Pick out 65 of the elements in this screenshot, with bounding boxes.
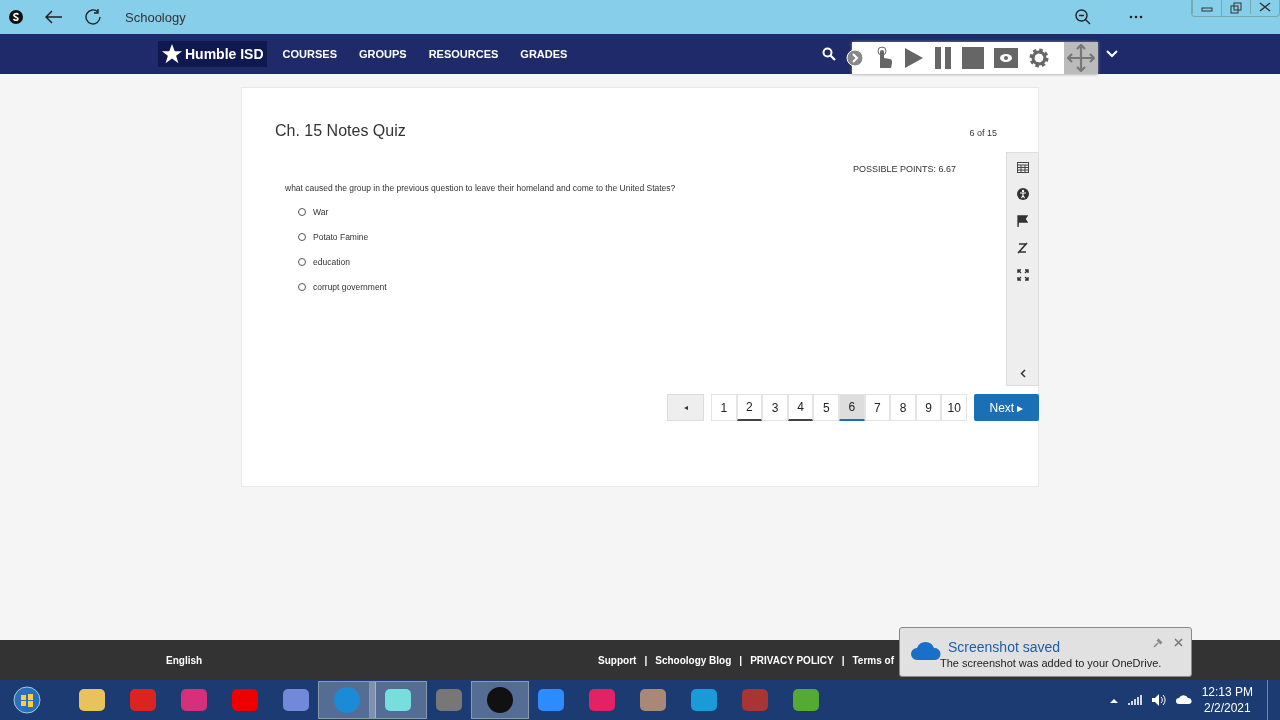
play-icon[interactable] xyxy=(904,47,924,69)
separator-text: | xyxy=(644,654,648,666)
more-icon[interactable] xyxy=(1129,15,1143,19)
nav-link[interactable]: COURSES xyxy=(282,48,337,60)
screen-mask-icon[interactable] xyxy=(994,48,1018,68)
close-icon[interactable] xyxy=(1174,638,1183,647)
page-button[interactable]: 7 xyxy=(864,394,891,421)
flag-icon[interactable] xyxy=(1017,215,1028,227)
clock-date[interactable]: 2/2/2021 xyxy=(1203,700,1251,716)
page-button[interactable]: 1 xyxy=(711,394,737,421)
site-icon xyxy=(9,10,23,24)
chevron-down-icon[interactable] xyxy=(1106,50,1118,58)
separator-text: | xyxy=(739,654,743,666)
onedrive-icon[interactable] xyxy=(1175,694,1192,706)
footer-link[interactable]: Terms of xyxy=(852,654,894,666)
page-button[interactable]: 10 xyxy=(941,394,967,421)
question-counter: 6 of 15 xyxy=(969,128,997,138)
clock-time[interactable]: 12:13 PM xyxy=(1201,684,1253,700)
nav-link[interactable]: GRADES xyxy=(520,48,568,60)
settings-icon[interactable] xyxy=(1028,47,1050,69)
page-button[interactable]: 5 xyxy=(813,394,840,421)
back-icon[interactable] xyxy=(45,10,63,24)
fullscreen-icon[interactable] xyxy=(1016,269,1029,281)
page-button[interactable]: 6 xyxy=(839,394,865,421)
page-button[interactable]: 4 xyxy=(787,394,814,421)
taskbar-button[interactable] xyxy=(369,681,427,719)
start-button[interactable] xyxy=(13,686,41,714)
tray-arrow-icon[interactable] xyxy=(1109,697,1118,703)
page-button[interactable]: 9 xyxy=(915,394,942,421)
quiz-title: Ch. 15 Notes Quiz xyxy=(275,122,406,140)
answer-option[interactable]: education xyxy=(313,257,350,267)
footer-link[interactable]: PRIVACY POLICY xyxy=(750,654,834,666)
signal-icon[interactable] xyxy=(1127,695,1142,705)
next-button[interactable]: Next ▸ xyxy=(974,394,1039,421)
answer-option[interactable]: corrupt government xyxy=(313,282,387,292)
possible-points: POSSIBLE POINTS: 6.67 xyxy=(851,164,956,174)
nav-link[interactable]: RESOURCES xyxy=(428,48,499,60)
question-text: what caused the group in the previous question to leave their homeland and come to the United States? xyxy=(285,183,677,193)
toast-message: The screenshot was added to your OneDrive. xyxy=(940,657,1162,669)
search-icon[interactable] xyxy=(822,47,836,61)
separator-text: | xyxy=(841,654,845,666)
page-title: Schoology xyxy=(125,9,186,25)
calculator-icon[interactable] xyxy=(1016,162,1029,173)
page-button[interactable]: 2 xyxy=(736,394,763,421)
refresh-icon[interactable] xyxy=(85,9,101,25)
expand-toggle-icon[interactable] xyxy=(846,49,864,67)
accessibility-icon[interactable] xyxy=(1016,188,1029,200)
zoom-out-icon[interactable] xyxy=(1075,9,1091,25)
district-logo[interactable]: Humble ISD xyxy=(158,41,267,67)
taskbar-button[interactable] xyxy=(471,681,529,719)
footer-link[interactable]: Support xyxy=(598,654,637,666)
language-link[interactable]: English xyxy=(166,654,203,666)
answer-option[interactable]: War xyxy=(313,207,329,217)
toast-title: Screenshot saved xyxy=(948,640,1061,654)
pointer-hand-icon[interactable] xyxy=(874,46,894,70)
footer-link[interactable]: Schoology Blog xyxy=(655,654,732,666)
previous-button[interactable]: ◂ xyxy=(667,394,705,421)
nav-link[interactable]: GROUPS xyxy=(359,48,407,60)
collapse-icon[interactable] xyxy=(1019,369,1026,378)
page-button[interactable]: 8 xyxy=(890,394,916,421)
pause-icon[interactable] xyxy=(934,47,952,69)
speaker-icon[interactable] xyxy=(1151,694,1166,706)
cloud-icon xyxy=(910,640,942,660)
answer-option[interactable]: Potato Famine xyxy=(313,232,369,242)
page-button[interactable]: 3 xyxy=(762,394,788,421)
